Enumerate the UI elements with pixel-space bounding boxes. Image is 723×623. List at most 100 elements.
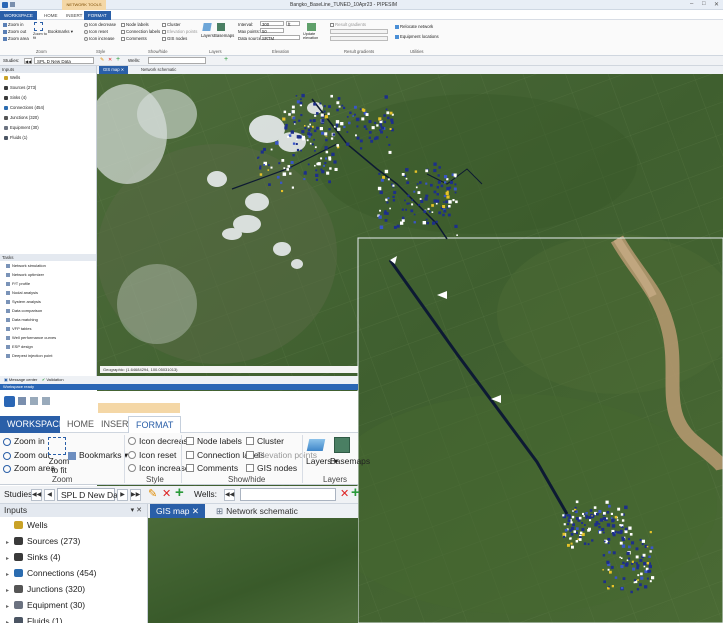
network-node[interactable] [587, 543, 590, 546]
delete-well-icon-large[interactable]: ✕ [340, 487, 349, 500]
network-node[interactable] [299, 101, 303, 105]
network-node[interactable] [413, 213, 416, 216]
maximize-icon[interactable]: □ [702, 1, 706, 7]
network-node[interactable] [385, 199, 388, 202]
network-node[interactable] [298, 135, 302, 139]
network-node[interactable] [567, 543, 570, 547]
data-source-select[interactable]: SRTM [260, 35, 300, 41]
network-node[interactable] [455, 200, 458, 204]
network-node[interactable] [283, 167, 286, 170]
network-node[interactable] [610, 517, 613, 519]
network-node[interactable] [646, 562, 650, 565]
network-node[interactable] [442, 213, 445, 217]
network-node[interactable] [608, 585, 610, 588]
network-node[interactable] [303, 171, 307, 175]
task-item[interactable]: Network optimizer [0, 270, 96, 279]
network-node[interactable] [333, 160, 337, 164]
node-labels-checkbox[interactable]: Node labels [121, 22, 149, 27]
network-node[interactable] [606, 517, 608, 520]
network-node[interactable] [620, 513, 624, 516]
network-node[interactable] [576, 517, 579, 521]
tab-workspace-large[interactable]: WORKSPACE [0, 416, 65, 433]
network-node[interactable] [386, 201, 389, 204]
network-node[interactable] [449, 181, 453, 185]
network-node[interactable] [448, 200, 452, 204]
network-node[interactable] [567, 523, 570, 526]
network-node[interactable] [435, 202, 438, 205]
network-node[interactable] [380, 178, 384, 182]
network-node[interactable] [576, 527, 579, 530]
network-node[interactable] [603, 540, 606, 543]
network-node[interactable] [336, 108, 339, 112]
input-item[interactable]: Fluids (1) [0, 133, 96, 143]
save-icon-large[interactable] [18, 397, 26, 405]
network-node[interactable] [355, 117, 360, 122]
network-node[interactable] [619, 524, 622, 526]
network-node[interactable] [360, 147, 363, 150]
add-study-icon-large[interactable]: + [175, 484, 184, 501]
network-node[interactable] [575, 540, 579, 543]
network-node[interactable] [259, 165, 262, 168]
network-node[interactable] [294, 123, 296, 125]
network-node[interactable] [328, 180, 331, 184]
study-last-button-large[interactable]: ▶▶ [130, 489, 141, 501]
network-node[interactable] [572, 510, 574, 512]
add-well-icon[interactable]: + [224, 56, 228, 63]
network-node[interactable] [387, 116, 390, 120]
network-node[interactable] [626, 559, 629, 562]
network-node[interactable] [614, 515, 618, 519]
network-node[interactable] [346, 142, 350, 146]
network-node[interactable] [371, 126, 375, 130]
tab-network-schematic-large[interactable]: ⊞ Network schematic [210, 504, 304, 518]
network-node[interactable] [607, 542, 610, 545]
network-node[interactable] [346, 116, 349, 118]
tab-home[interactable]: HOME [40, 11, 62, 20]
network-node[interactable] [385, 212, 389, 215]
network-node[interactable] [368, 131, 372, 134]
zoom-out-button-large[interactable]: Zoom out [3, 449, 50, 461]
network-node[interactable] [406, 181, 410, 185]
network-node[interactable] [621, 587, 624, 590]
network-node[interactable] [635, 547, 639, 551]
network-node[interactable] [637, 574, 640, 577]
network-node[interactable] [643, 562, 647, 566]
network-node[interactable] [379, 209, 381, 212]
network-node[interactable] [298, 119, 301, 122]
task-item[interactable]: Network simulation [0, 261, 96, 270]
network-node[interactable] [603, 531, 605, 534]
network-node[interactable] [379, 123, 382, 126]
network-node[interactable] [628, 545, 631, 549]
task-item[interactable]: VFP tables [0, 324, 96, 333]
network-node[interactable] [446, 186, 450, 191]
network-node[interactable] [365, 128, 368, 130]
network-node[interactable] [570, 542, 573, 545]
network-node[interactable] [633, 561, 636, 564]
network-node[interactable] [374, 121, 377, 124]
study-prev-button-large[interactable]: ◀ [44, 489, 55, 501]
network-node[interactable] [377, 186, 382, 191]
network-node[interactable] [343, 106, 346, 109]
tab-format-large[interactable]: FORMAT [128, 416, 182, 433]
bookmarks-button-large[interactable]: Bookmarks ▾ [68, 449, 128, 461]
layers-icon[interactable] [202, 23, 212, 31]
network-node[interactable] [596, 512, 599, 516]
network-node[interactable] [617, 531, 620, 534]
tab-format[interactable]: FORMAT [84, 11, 111, 20]
network-node[interactable] [321, 118, 325, 123]
network-node[interactable] [602, 517, 606, 521]
network-node[interactable] [346, 131, 349, 133]
network-node[interactable] [634, 579, 636, 582]
input-item[interactable]: Junctions (320) [0, 113, 96, 123]
network-node[interactable] [384, 95, 388, 99]
network-node[interactable] [308, 135, 311, 138]
network-node[interactable] [315, 178, 318, 181]
network-node[interactable] [423, 210, 427, 213]
network-node[interactable] [314, 164, 316, 167]
network-node[interactable] [432, 221, 436, 225]
network-node[interactable] [328, 105, 331, 108]
task-item[interactable]: Nodal analysis [0, 288, 96, 297]
network-node[interactable] [407, 194, 410, 197]
network-node[interactable] [296, 100, 300, 104]
network-node[interactable] [609, 570, 612, 574]
network-node[interactable] [268, 164, 270, 166]
